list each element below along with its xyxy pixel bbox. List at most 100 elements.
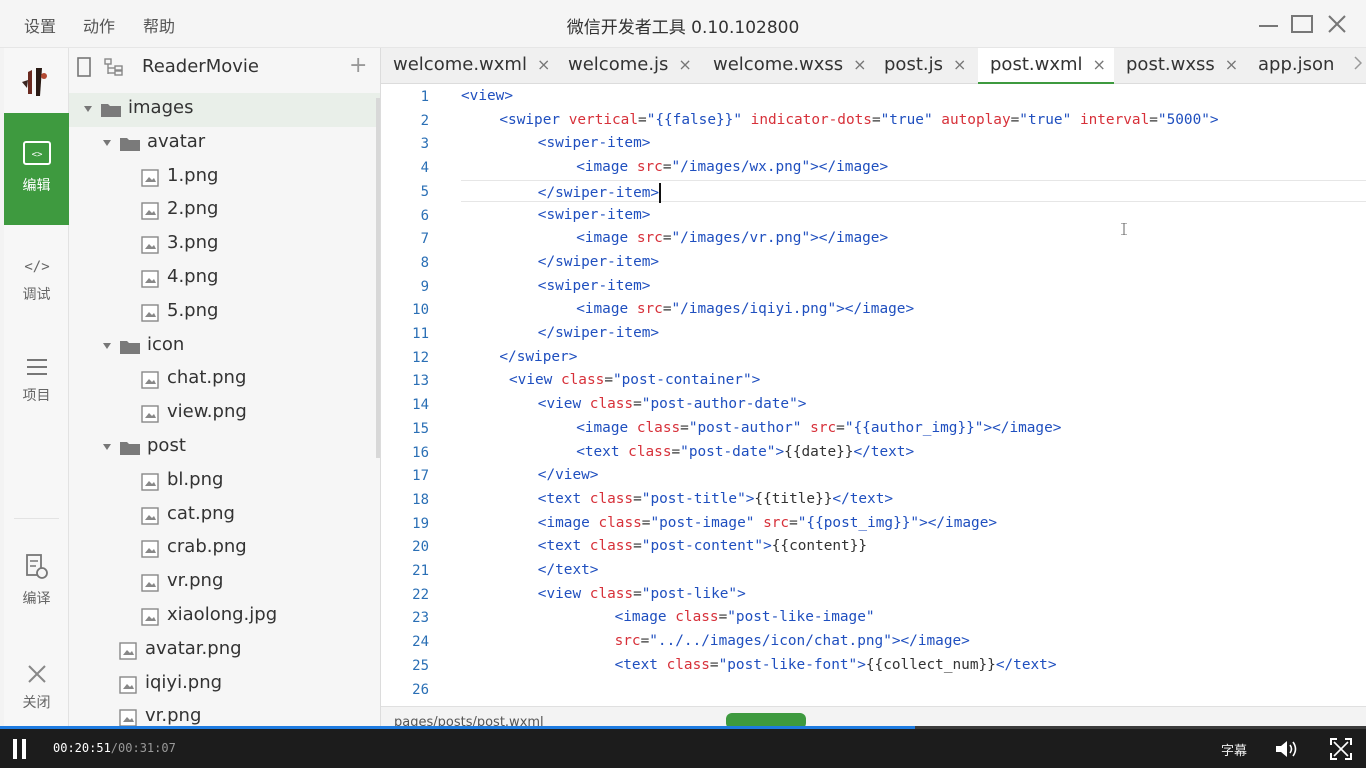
code-line[interactable]: <swiper-item> — [538, 278, 651, 294]
code-line[interactable]: src="../../images/icon/chat.png"></image… — [615, 633, 970, 649]
tree-file[interactable]: chat.png — [69, 363, 380, 397]
code-line[interactable]: </swiper-item> — [538, 254, 659, 270]
tab-label: welcome.wxml — [393, 54, 527, 75]
code-line[interactable]: <image src="/images/iqiyi.png"></image> — [576, 301, 914, 317]
tab-welcome-js[interactable]: welcome.js × — [556, 48, 701, 84]
code-line[interactable]: <swiper-item> — [538, 207, 651, 223]
code-line[interactable]: <text class="post-like-font">{{collect_n… — [615, 657, 1057, 673]
tab-post-js[interactable]: post.js × — [872, 48, 978, 84]
chevron-down-icon[interactable] — [103, 443, 111, 450]
tree-folder[interactable]: post — [69, 431, 380, 465]
code-token: class — [589, 490, 634, 507]
code-line[interactable]: </swiper> — [499, 349, 577, 365]
subtitle-button[interactable]: 字幕 — [1221, 740, 1247, 759]
tabs-overflow-icon[interactable] — [1354, 56, 1363, 74]
code-token: "true" — [1019, 111, 1072, 128]
tree-file[interactable]: 4.png — [69, 262, 380, 296]
tab-close-icon[interactable]: × — [678, 55, 691, 74]
code-line[interactable]: <image class="post-like-image" — [615, 609, 875, 625]
add-file-button[interactable]: + — [349, 53, 367, 78]
code-line[interactable]: <image class="post-image" src="{{post_im… — [538, 515, 997, 531]
tab-close-icon[interactable]: × — [1225, 55, 1238, 74]
activity-edit[interactable]: <> 编辑 — [4, 113, 69, 225]
pause-icon[interactable] — [12, 739, 28, 759]
tree-file[interactable]: bl.png — [69, 465, 380, 499]
tree-file[interactable]: vr.png — [69, 701, 380, 728]
code-line[interactable]: <view> — [461, 88, 513, 104]
code-line[interactable]: <view class="post-like"> — [538, 586, 746, 602]
code-line[interactable]: </swiper-item> — [538, 182, 662, 203]
code-line[interactable]: <view class="post-container"> — [509, 372, 760, 388]
minimize-button[interactable] — [1256, 12, 1282, 36]
explorer-scrollbar[interactable] — [376, 98, 380, 458]
code-editor[interactable]: 1 2 3 4 5 6 7 8 9 10 11 12 13 14 15 16 17 18 19 20 21 22 23 24 2… — [381, 84, 1366, 706]
tree-file[interactable]: 2.png — [69, 194, 380, 228]
code-line[interactable]: <text class="post-content">{{content}} — [538, 538, 867, 554]
tree-file[interactable]: 5.png — [69, 296, 380, 330]
code-token: </swiper-item> — [537, 325, 660, 341]
maximize-button[interactable] — [1289, 12, 1315, 36]
tree-folder[interactable]: icon — [69, 330, 380, 364]
tree-file[interactable]: view.png — [69, 397, 380, 431]
activity-compile[interactable]: 编译 — [4, 538, 69, 650]
code-line[interactable]: <text class="post-date">{{date}}</text> — [576, 444, 914, 460]
code-line[interactable]: <image class="post-author" src="{{author… — [576, 420, 1061, 436]
tree-folder[interactable]: avatar — [69, 127, 380, 161]
activity-project[interactable]: 项目 — [4, 341, 69, 453]
tree-file[interactable]: avatar.png — [69, 634, 380, 668]
chevron-down-icon[interactable] — [84, 106, 92, 112]
code-line[interactable]: <text class="post-title">{{title}}</text… — [538, 491, 893, 507]
code-line[interactable]: <view class="post-author-date"> — [538, 396, 807, 412]
tab-post-wxss[interactable]: post.wxss × — [1114, 48, 1246, 84]
tab-close-icon[interactable]: × — [953, 55, 966, 74]
tree-file[interactable]: 1.png — [69, 161, 380, 195]
tab-post-wxml[interactable]: post.wxml × — [978, 48, 1114, 84]
code-token: {{date}} — [784, 443, 854, 460]
code-line[interactable]: <image src="/images/wx.png"></image> — [576, 159, 888, 175]
page-view-icon[interactable] — [76, 57, 92, 77]
code-area[interactable]: <view> <swiper vertical="{{false}}" indic… — [461, 84, 1361, 706]
activity-debug[interactable]: </> 调试 — [4, 238, 69, 350]
line-number: 8 — [420, 254, 429, 271]
code-token: = — [662, 159, 672, 176]
code-token: "post-like-font" — [718, 656, 858, 673]
tab-close-icon[interactable]: × — [537, 55, 550, 74]
fullscreen-icon[interactable] — [1330, 738, 1352, 760]
tree-folder[interactable]: images — [69, 93, 380, 127]
code-token: "post-like-image" — [727, 609, 875, 626]
line-number: 3 — [420, 136, 429, 153]
tab-welcome-wxss[interactable]: welcome.wxss × — [701, 48, 872, 84]
chevron-down-icon[interactable] — [103, 139, 111, 146]
code-token: "post-author" — [688, 419, 802, 436]
tree-file[interactable]: 3.png — [69, 228, 380, 262]
video-controls: 00:20:51/00:31:07 字幕 — [0, 729, 1366, 768]
tab-app-json[interactable]: app.json — [1246, 48, 1362, 84]
code-token: ></image> — [810, 230, 889, 247]
tab-close-icon[interactable]: × — [1093, 55, 1106, 74]
tab-close-icon[interactable]: × — [853, 55, 866, 74]
tree-file[interactable]: vr.png — [69, 566, 380, 600]
code-token: = — [633, 585, 642, 602]
code-line[interactable]: <swiper-item> — [538, 135, 651, 151]
tree-file[interactable]: xiaolong.jpg — [69, 600, 380, 634]
image-file-icon — [141, 236, 159, 254]
volume-icon[interactable] — [1274, 738, 1300, 760]
chevron-down-icon[interactable] — [103, 342, 111, 349]
app-window: 设置 动作 帮助 微信开发者工具 0.10.102800 <> 编辑 </> 调… — [0, 0, 1366, 768]
file-tree-icon[interactable] — [103, 57, 125, 77]
code-line[interactable]: </swiper-item> — [538, 325, 659, 341]
code-line[interactable]: </text> — [538, 562, 599, 578]
tree-file[interactable]: iqiyi.png — [69, 668, 380, 702]
tree-file[interactable]: crab.png — [69, 532, 380, 566]
tab-welcome-wxml[interactable]: welcome.wxml × — [381, 48, 556, 84]
code-token: = — [638, 111, 647, 128]
code-line[interactable]: <swiper vertical="{{false}}" indicator-d… — [499, 112, 1218, 128]
code-token: <swiper — [499, 111, 569, 128]
tree-file[interactable]: cat.png — [69, 499, 380, 533]
code-line[interactable]: </view> — [538, 467, 599, 483]
current-time: 00:20:51 — [53, 741, 111, 755]
code-token: <text — [576, 443, 629, 460]
code-line[interactable]: <image src="/images/vr.png"></image> — [576, 230, 888, 246]
close-window-button[interactable] — [1324, 12, 1350, 36]
